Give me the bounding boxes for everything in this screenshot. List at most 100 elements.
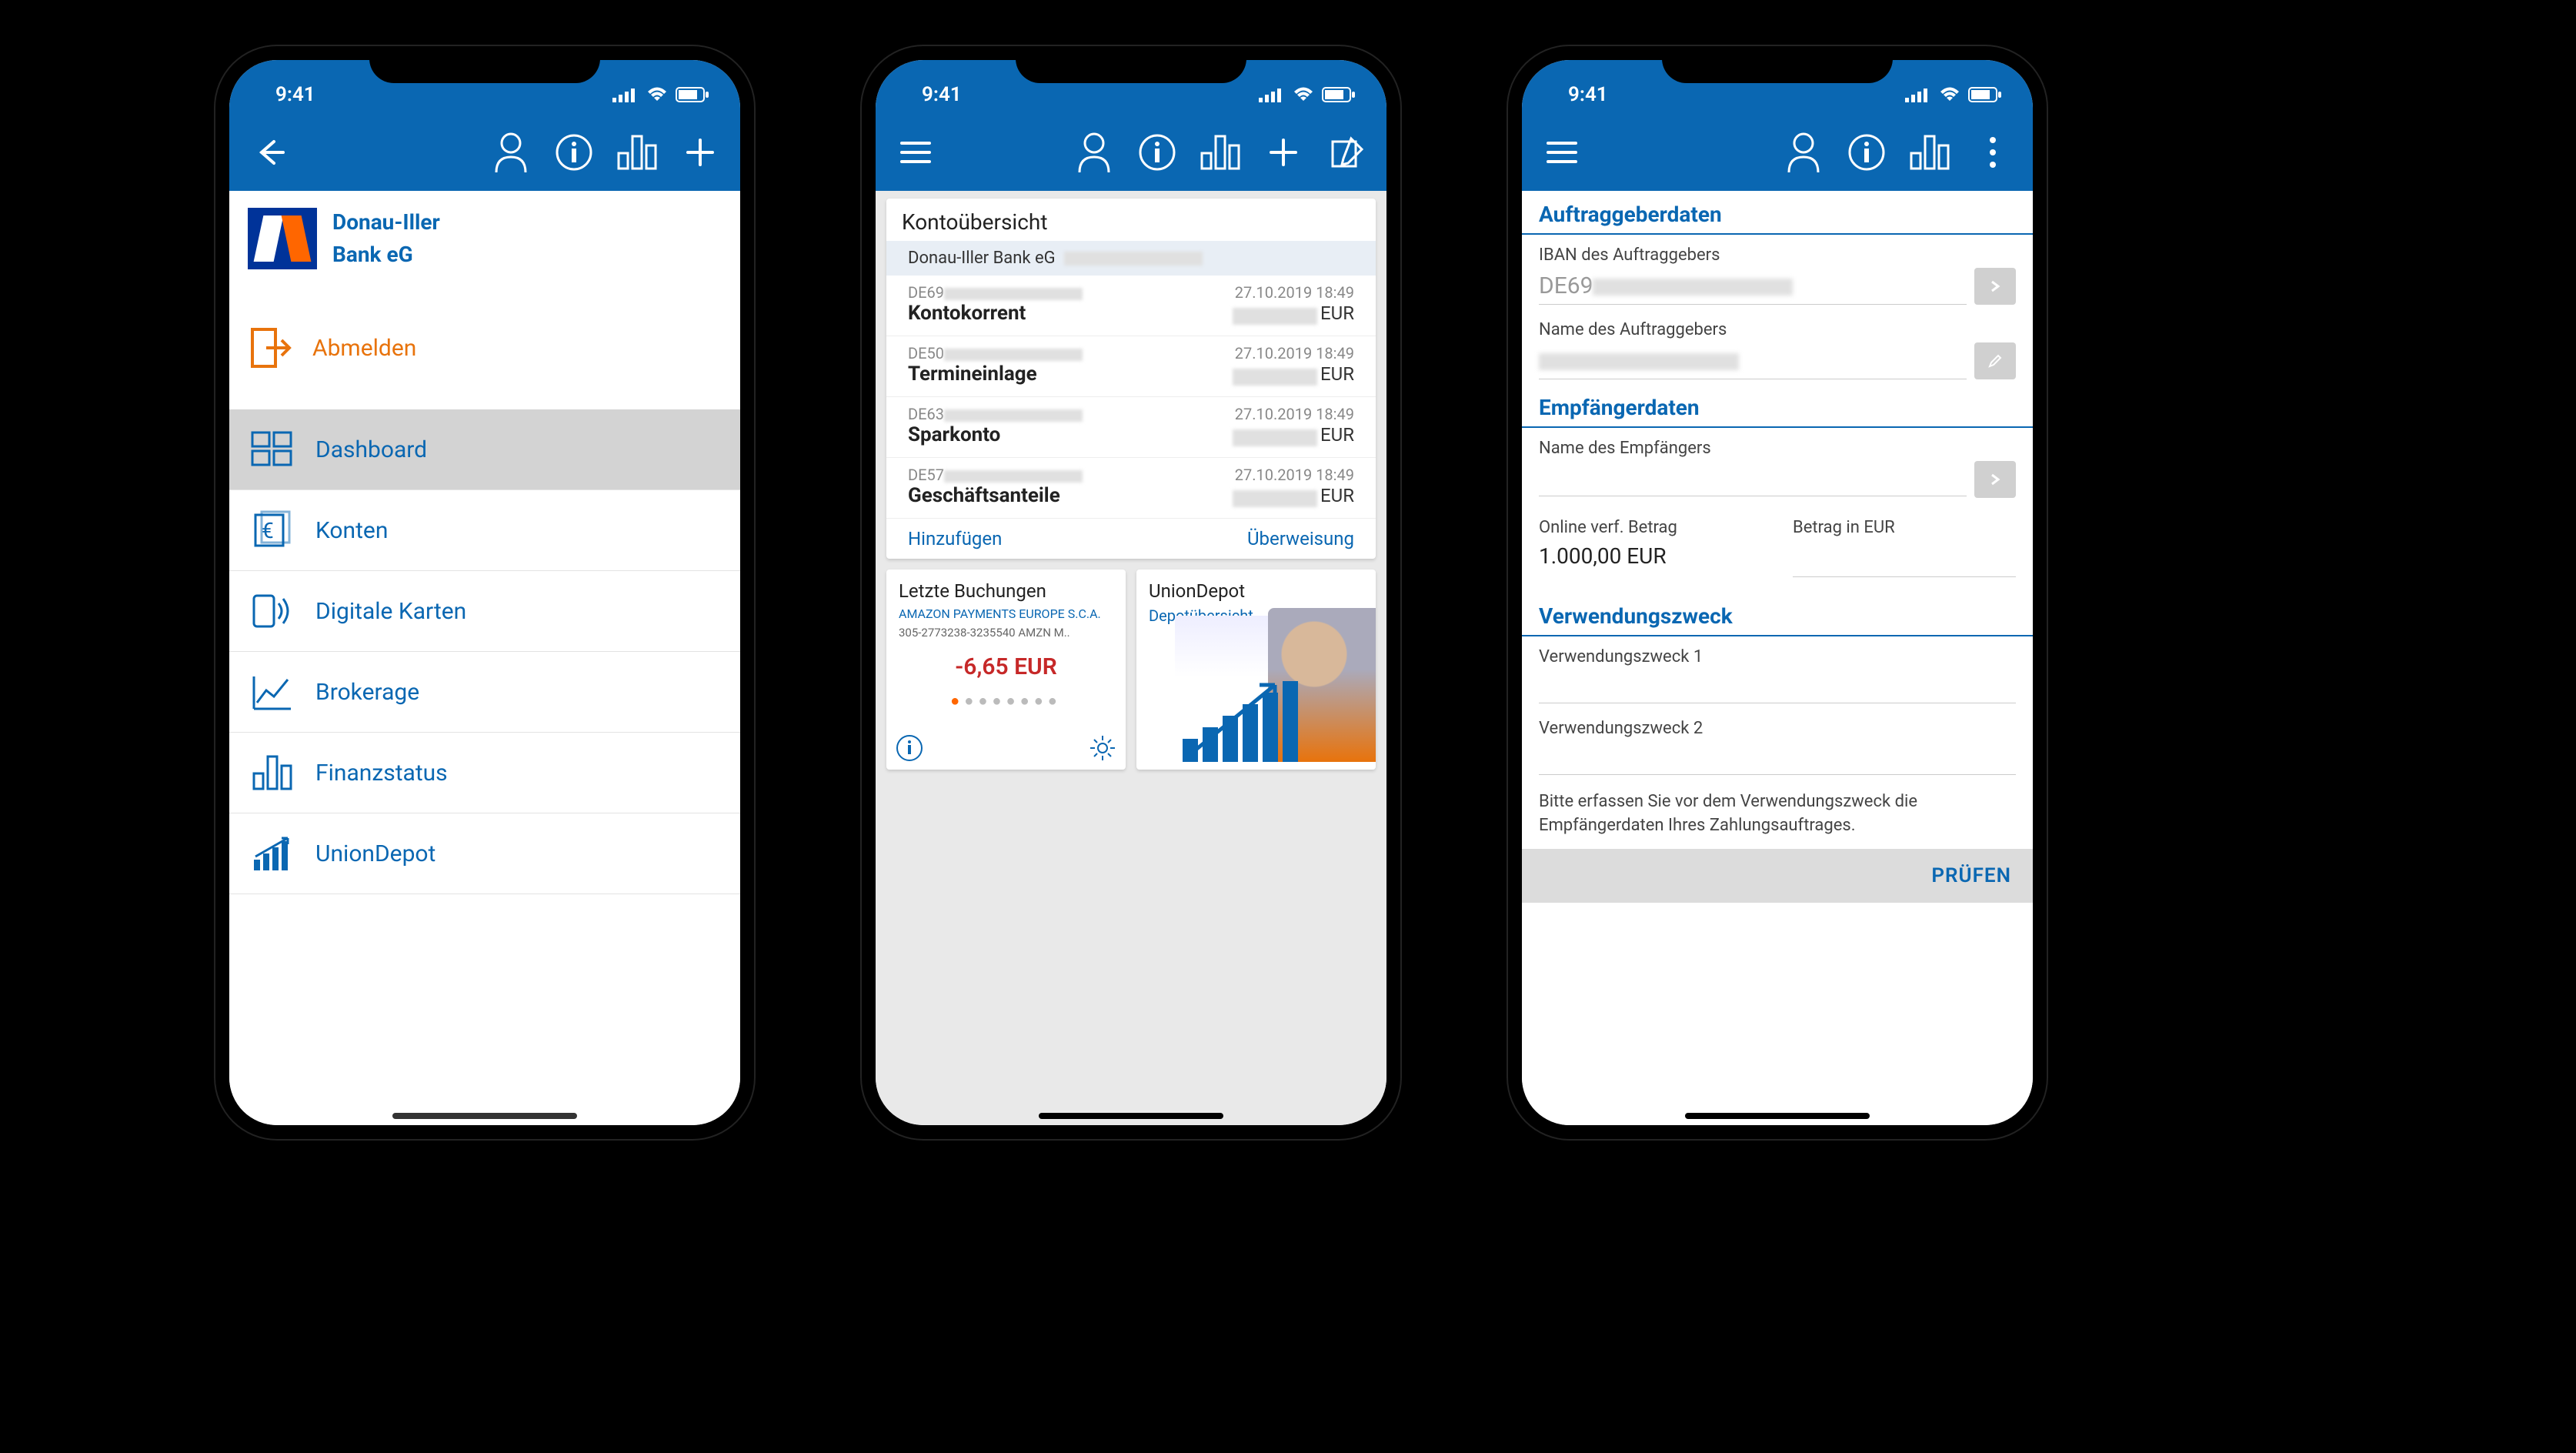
redacted-amount: [1233, 429, 1317, 446]
home-indicator[interactable]: [392, 1113, 577, 1119]
info-button[interactable]: [1136, 131, 1179, 174]
account-row[interactable]: DE5727.10.2019 18:49 GeschäftsanteileEUR: [886, 458, 1376, 519]
home-indicator[interactable]: [1039, 1113, 1223, 1119]
label-available: Online verf. Betrag: [1539, 518, 1762, 537]
home-indicator[interactable]: [1685, 1113, 1870, 1119]
hamburger-icon: [899, 139, 933, 166]
purpose1-input[interactable]: [1539, 670, 2016, 703]
battery-icon: [1322, 87, 1356, 102]
stats-button[interactable]: [1199, 131, 1242, 174]
label-purpose2: Verwendungszweck 2: [1522, 708, 2033, 741]
account-row[interactable]: DE5027.10.2019 18:49 TermineinlageEUR: [886, 336, 1376, 397]
battery-icon: [1968, 87, 2002, 102]
recipient-input[interactable]: [1539, 463, 1967, 496]
redacted-iban: [944, 349, 1083, 361]
logout-button[interactable]: Abmelden: [229, 302, 740, 409]
redacted-iban: [944, 409, 1083, 422]
info-icon: [1138, 133, 1176, 172]
menu-item-dashboard[interactable]: Dashboard: [229, 409, 740, 490]
menu-label: UnionDepot: [315, 840, 435, 867]
profile-button[interactable]: [1073, 131, 1116, 174]
add-account-link[interactable]: Hinzufügen: [908, 528, 1002, 549]
menu-label: Konten: [315, 517, 388, 544]
label-sender-name: Name des Auftraggebers: [1522, 309, 2033, 342]
pencil-icon: [1987, 353, 2003, 369]
footer-bar: PRÜFEN: [1522, 849, 2033, 903]
info-button[interactable]: [552, 131, 596, 174]
menu-label: Brokerage: [315, 679, 419, 706]
label-recipient: Name des Empfängers: [1522, 428, 2033, 461]
info-icon: [555, 133, 593, 172]
menu-item-digitale-karten[interactable]: Digitale Karten: [229, 571, 740, 652]
menu-item-brokerage[interactable]: Brokerage: [229, 652, 740, 733]
info-icon[interactable]: [896, 734, 923, 762]
depot-illustration: [1175, 616, 1376, 770]
compose-button[interactable]: [1325, 131, 1368, 174]
section-verwendungszweck: Verwendungszweck: [1522, 596, 2033, 636]
battery-icon: [676, 87, 709, 102]
bars-icon: [1908, 133, 1951, 172]
back-button[interactable]: [248, 131, 291, 174]
more-button[interactable]: [1971, 131, 2014, 174]
plus-icon: [683, 135, 717, 169]
stats-button[interactable]: [616, 131, 659, 174]
account-row[interactable]: DE6327.10.2019 18:49 SparkontoEUR: [886, 397, 1376, 458]
status-indicators: [1905, 87, 2002, 102]
notch: [369, 46, 600, 83]
recipient-picker-button[interactable]: [1974, 461, 2016, 498]
amount-input[interactable]: [1793, 543, 2016, 577]
section-empfaenger: Empfängerdaten: [1522, 387, 2033, 428]
profile-button[interactable]: [489, 131, 532, 174]
menu-button[interactable]: [1540, 131, 1583, 174]
person-icon: [1784, 131, 1823, 174]
edit-name-button[interactable]: [1974, 342, 2016, 379]
transfer-link[interactable]: Überweisung: [1247, 528, 1354, 549]
uniondepot-icon: [251, 833, 294, 873]
bank-header: Donau-Iller Bank eG: [886, 241, 1376, 276]
iban-input[interactable]: DE69: [1539, 268, 1967, 305]
redacted-amount: [1233, 308, 1317, 325]
brokerage-icon: [251, 672, 294, 712]
signal-icon: [1259, 87, 1285, 102]
label-iban: IBAN des Auftraggebers: [1522, 235, 2033, 268]
page-dots[interactable]: ●●●●●●●●: [899, 691, 1113, 710]
tile-title: UnionDepot: [1149, 580, 1363, 602]
info-button[interactable]: [1845, 131, 1888, 174]
compose-icon: [1328, 134, 1365, 171]
menu-button[interactable]: [894, 131, 937, 174]
tile-uniondepot[interactable]: UnionDepot Depotübersicht: [1136, 570, 1376, 770]
status-time: 9:41: [1568, 83, 1608, 106]
purpose2-input[interactable]: [1539, 741, 2016, 775]
redacted-iban: [944, 288, 1083, 300]
check-button[interactable]: PRÜFEN: [1931, 864, 2011, 887]
tile-last-transactions[interactable]: Letzte Buchungen AMAZON PAYMENTS EUROPE …: [886, 570, 1126, 770]
arrow-up-icon: [1183, 670, 1290, 762]
signal-icon: [1905, 87, 1931, 102]
iban-picker-button[interactable]: [1974, 268, 2016, 305]
profile-button[interactable]: [1782, 131, 1825, 174]
finanzstatus-icon: [251, 753, 294, 792]
menu-item-konten[interactable]: € Konten: [229, 490, 740, 571]
chevron-right-icon: [1987, 472, 2003, 487]
tile-subtitle: AMAZON PAYMENTS EUROPE S.C.A.: [899, 606, 1113, 623]
add-button[interactable]: [679, 131, 722, 174]
menu-item-finanzstatus[interactable]: Finanzstatus: [229, 733, 740, 813]
plus-icon: [1266, 135, 1300, 169]
add-button[interactable]: [1262, 131, 1305, 174]
hint-text: Bitte erfassen Sie vor dem Verwendungszw…: [1522, 780, 2033, 849]
label-amount: Betrag in EUR: [1793, 518, 2016, 537]
app-header: [876, 114, 1386, 191]
bank-logo: [248, 208, 317, 269]
sender-name-input[interactable]: [1539, 342, 1967, 379]
svg-text:€: €: [262, 518, 274, 543]
person-icon: [492, 131, 530, 174]
account-row[interactable]: DE6927.10.2019 18:49 KontokorrentEUR: [886, 276, 1376, 336]
hamburger-icon: [1545, 139, 1579, 166]
arrow-left-icon: [252, 135, 286, 169]
menu-item-uniondepot[interactable]: UnionDepot: [229, 813, 740, 894]
tile-amount: -6,65 EUR: [899, 653, 1113, 680]
accounts-icon: €: [251, 510, 294, 550]
stats-button[interactable]: [1908, 131, 1951, 174]
gear-icon[interactable]: [1089, 734, 1116, 762]
value-available: 1.000,00 EUR: [1539, 543, 1762, 569]
